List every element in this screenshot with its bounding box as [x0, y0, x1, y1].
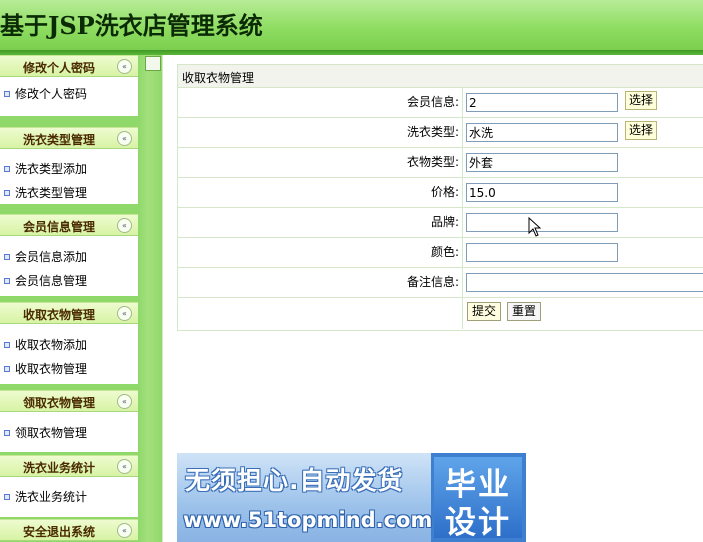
form-row-member: 会员信息: 选择: [178, 88, 703, 118]
app-title: 基于JSP洗衣店管理系统: [0, 11, 263, 40]
field-label: 价格:: [430, 185, 459, 199]
column-divider: [462, 238, 463, 267]
collapse-icon[interactable]: «: [117, 59, 132, 74]
sidebar-toggle-button[interactable]: [145, 56, 161, 71]
sidebar-group-body: 洗衣业务统计: [0, 477, 138, 517]
sidebar-item-member-manage[interactable]: 会员信息管理: [4, 271, 87, 291]
badge-line-2: 设计: [445, 505, 511, 541]
sidebar-item-change-password[interactable]: 修改个人密码: [4, 84, 87, 104]
brand-field[interactable]: [466, 213, 618, 232]
bullet-icon: [4, 429, 10, 436]
field-label: 洗衣类型:: [406, 125, 459, 139]
color-field[interactable]: [466, 243, 618, 262]
sidebar-group-title: 洗衣业务统计: [22, 461, 95, 475]
sidebar-group-pickup-clothes[interactable]: 领取衣物管理 «: [0, 390, 138, 412]
submit-button[interactable]: 提交: [467, 302, 501, 321]
member-info-field[interactable]: [466, 93, 618, 112]
bullet-icon: [4, 277, 10, 284]
form-row-price: 价格:: [178, 178, 703, 208]
field-label: 衣物类型:: [406, 155, 459, 169]
column-divider: [462, 88, 463, 117]
form-row-remarks: 备注信息:: [178, 268, 703, 298]
banner-slogan: 无须担心.自动发货: [185, 466, 404, 495]
sidebar-group-title: 收取衣物管理: [22, 308, 95, 322]
column-divider: [462, 148, 463, 177]
sidebar-group-receive-clothes[interactable]: 收取衣物管理 «: [0, 302, 138, 324]
price-field[interactable]: [466, 183, 618, 202]
sidebar-item-member-add[interactable]: 会员信息添加: [4, 247, 87, 267]
collapse-icon[interactable]: «: [117, 131, 132, 146]
reset-button[interactable]: 重置: [507, 302, 541, 321]
form-title: 收取衣物管理: [182, 71, 255, 85]
sidebar-group-body: 会员信息添加 会员信息管理: [0, 236, 138, 296]
banner-badge: 毕业 设计: [434, 457, 522, 541]
form-row-color: 颜色:: [178, 238, 703, 268]
sidebar-group-title: 安全退出系统: [22, 525, 95, 539]
bullet-icon: [4, 165, 10, 172]
collapse-icon[interactable]: «: [117, 218, 132, 233]
form-row-actions: 提交 重置: [178, 298, 703, 329]
bullet-icon: [4, 90, 10, 97]
form-title-bar: 收取衣物管理: [178, 65, 703, 88]
mouse-cursor-icon: [528, 217, 542, 237]
sidebar-group-member[interactable]: 会员信息管理 «: [0, 214, 138, 236]
column-divider: [462, 118, 463, 147]
sidebar-group-logout[interactable]: 安全退出系统 «: [0, 519, 138, 541]
bullet-icon: [4, 189, 10, 196]
bullet-icon: [4, 253, 10, 260]
banner-left: 无须担心.自动发货 www.51topmind.com: [177, 453, 433, 542]
select-wash-type-button[interactable]: 选择: [625, 121, 657, 140]
clothes-type-field[interactable]: [466, 153, 618, 172]
collapse-icon[interactable]: «: [117, 459, 132, 474]
sidebar-group-title: 洗衣类型管理: [22, 133, 95, 147]
bullet-icon: [4, 493, 10, 500]
sidebar-group-wash-type[interactable]: 洗衣类型管理 «: [0, 127, 138, 149]
column-divider: [462, 298, 463, 329]
column-divider: [462, 268, 463, 297]
form-row-clothes-type: 衣物类型:: [178, 148, 703, 178]
column-divider: [462, 178, 463, 207]
receive-clothes-form: 收取衣物管理 会员信息: 选择 洗衣类型: 选择 衣物类型: 价格: 品牌: 颜…: [177, 64, 703, 331]
bullet-icon: [4, 365, 10, 372]
sidebar-group-title: 修改个人密码: [22, 61, 95, 75]
form-row-wash-type: 洗衣类型: 选择: [178, 118, 703, 148]
field-label: 颜色:: [430, 245, 459, 259]
sidebar-item-wash-type-manage[interactable]: 洗衣类型管理: [4, 183, 87, 203]
field-label: 备注信息:: [406, 275, 459, 289]
select-member-button[interactable]: 选择: [625, 91, 657, 110]
sidebar-group-body: 洗衣类型添加 洗衣类型管理: [0, 149, 138, 204]
collapse-icon[interactable]: «: [117, 306, 132, 321]
sidebar-group-body: 领取衣物管理: [0, 412, 138, 452]
column-divider: [462, 208, 463, 237]
ad-banner[interactable]: 无须担心.自动发货 www.51topmind.com 毕业 设计: [177, 453, 526, 542]
sidebar-group-title: 领取衣物管理: [22, 396, 95, 410]
sidebar-group-title: 会员信息管理: [22, 220, 95, 234]
sidebar-group-body: 收取衣物添加 收取衣物管理: [0, 324, 138, 384]
sidebar-edge: [162, 55, 163, 542]
remarks-field[interactable]: [466, 273, 703, 292]
form-row-brand: 品牌:: [178, 208, 703, 238]
collapse-icon[interactable]: «: [117, 523, 132, 538]
sidebar-rail: [138, 55, 163, 542]
sidebar-item-wash-type-add[interactable]: 洗衣类型添加: [4, 159, 87, 179]
field-label: 品牌:: [430, 215, 459, 229]
sidebar-group-body: 修改个人密码: [0, 77, 138, 116]
collapse-icon[interactable]: «: [117, 394, 132, 409]
app-header: 基于JSP洗衣店管理系统: [0, 0, 703, 50]
wash-type-field[interactable]: [466, 123, 618, 142]
banner-url: www.51topmind.com: [183, 508, 433, 532]
sidebar-item-statistics[interactable]: 洗衣业务统计: [4, 487, 87, 507]
sidebar-item-receive-manage[interactable]: 收取衣物管理: [4, 359, 87, 379]
sidebar-group-password[interactable]: 修改个人密码 «: [0, 55, 138, 77]
sidebar-group-statistics[interactable]: 洗衣业务统计 «: [0, 455, 138, 477]
field-label: 会员信息:: [406, 95, 459, 109]
sidebar-item-receive-add[interactable]: 收取衣物添加: [4, 335, 87, 355]
bullet-icon: [4, 341, 10, 348]
sidebar-item-pickup-manage[interactable]: 领取衣物管理: [4, 423, 87, 443]
